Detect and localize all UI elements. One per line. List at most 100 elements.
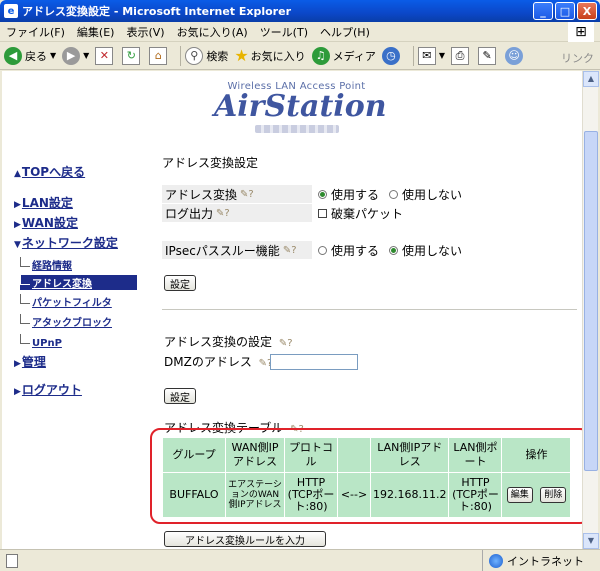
ie-icon: e xyxy=(4,4,18,18)
menu-edit[interactable]: 編集(E) xyxy=(77,24,115,40)
page-icon xyxy=(6,554,18,568)
mail-icon: ✉ xyxy=(417,46,436,65)
logo-brand: AirStation xyxy=(214,89,387,124)
nat-apply-button[interactable]: 設定 xyxy=(164,275,196,291)
triangle-right-icon: ▶ xyxy=(14,359,21,369)
dmz-apply-button[interactable]: 設定 xyxy=(164,388,196,404)
status-bar: イントラネット xyxy=(0,549,600,571)
discard-packet-checkbox[interactable] xyxy=(318,208,327,218)
mail-button[interactable]: ✉ ▼ xyxy=(417,46,446,65)
address-translation-label: アドレス変換 ✎? xyxy=(162,185,312,203)
sidebar-item-logout[interactable]: ▶ログアウト xyxy=(14,381,82,398)
triangle-up-icon: ▲ xyxy=(14,169,21,179)
sidebar-item-network[interactable]: ▼ネットワーク設定 xyxy=(14,234,118,251)
sidebar-subitem-nat[interactable]: アドレス変換 xyxy=(20,275,137,290)
log-output-label: ログ出力 ✎? xyxy=(162,204,312,222)
help-icon[interactable]: ✎? xyxy=(240,189,254,200)
highlight-outline xyxy=(150,428,590,524)
search-icon: ⚲ xyxy=(185,46,204,65)
ipsec-row: IPsecパススルー機能 ✎? 使用する 使用しない xyxy=(162,241,462,259)
search-button[interactable]: ⚲ 検索 xyxy=(185,46,229,65)
history-button[interactable]: ◷ xyxy=(381,46,403,65)
printer-icon: ⎙ xyxy=(451,46,470,65)
ipsec-label: IPsecパススルー機能 ✎? xyxy=(162,241,312,259)
forward-button[interactable]: ▶ ▼ xyxy=(62,46,90,65)
ipsec-off-label: 使用しない xyxy=(402,243,463,258)
edit-button[interactable]: ✎ xyxy=(478,46,499,65)
menu-view[interactable]: 表示(V) xyxy=(126,24,164,40)
scroll-up-icon[interactable]: ▲ xyxy=(583,71,599,87)
intranet-globe-icon xyxy=(489,554,503,568)
menu-file[interactable]: ファイル(F) xyxy=(6,24,65,40)
search-label: 検索 xyxy=(206,49,229,63)
address-translation-off-label: 使用しない xyxy=(402,187,463,202)
media-label: メディア xyxy=(332,49,376,63)
dmz-address-input[interactable] xyxy=(270,354,358,370)
messenger-button[interactable]: ☺ xyxy=(505,46,526,65)
chevron-down-icon: ▼ xyxy=(50,51,57,60)
ipsec-on-radio[interactable] xyxy=(318,245,327,255)
ipsec-off-radio[interactable] xyxy=(389,245,399,255)
sidebar-item-admin[interactable]: ▶管理 xyxy=(14,353,46,370)
airstation-logo: Wireless LAN Access Point AirStation xyxy=(214,81,387,133)
discard-packet-label: 破棄パケット xyxy=(331,206,404,221)
menu-favorites[interactable]: お気に入り(A) xyxy=(177,24,248,40)
back-arrow-icon: ◀ xyxy=(4,46,22,65)
sidebar-item-top[interactable]: ▲TOPへ戻る xyxy=(14,163,85,180)
address-translation-row: アドレス変換 ✎? 使用する 使用しない xyxy=(162,185,462,203)
security-zone: イントラネット xyxy=(482,550,584,571)
star-icon: ★ xyxy=(234,46,249,65)
sidebar-item-wan[interactable]: ▶WAN設定 xyxy=(14,214,78,231)
scroll-thumb[interactable] xyxy=(584,131,598,471)
address-translation-on-radio[interactable] xyxy=(318,189,327,199)
triangle-right-icon: ▶ xyxy=(14,220,21,230)
window-title: アドレス変換設定 - Microsoft Internet Explorer xyxy=(22,5,291,18)
edit-icon: ✎ xyxy=(478,46,497,65)
triangle-right-icon: ▶ xyxy=(14,200,21,210)
close-button[interactable]: X xyxy=(577,2,597,20)
sidebar-subitem-packet-filter[interactable]: パケットフィルタ xyxy=(20,294,112,309)
toolbar: ◀ 戻る ▼ ▶ ▼ ✕ ↻ ⌂ ⚲ 検索 ★ お気に入り ♫ メディア ◷ ✉… xyxy=(0,42,600,70)
chevron-down-icon: ▼ xyxy=(83,51,90,60)
dmz-heading: アドレス変換の設定 ✎? xyxy=(164,335,293,349)
chevron-down-icon: ▼ xyxy=(438,51,446,60)
help-icon[interactable]: ✎? xyxy=(216,208,230,219)
stop-button[interactable]: ✕ xyxy=(95,46,116,65)
menu-tools[interactable]: ツール(T) xyxy=(260,24,308,40)
add-nat-rule-button[interactable]: アドレス変換ルールを入力 xyxy=(164,531,326,547)
scroll-down-icon[interactable]: ▼ xyxy=(583,533,599,549)
log-output-row: ログ出力 ✎? 破棄パケット xyxy=(162,204,403,222)
divider xyxy=(162,309,577,310)
media-button[interactable]: ♫ メディア xyxy=(311,46,376,65)
sidebar-subitem-routing[interactable]: 経路情報 xyxy=(20,257,72,272)
favorites-button[interactable]: ★ お気に入り xyxy=(234,46,305,65)
help-icon[interactable]: ✎? xyxy=(279,338,293,349)
nat-settings-heading: アドレス変換設定 xyxy=(162,156,259,170)
ipsec-on-label: 使用する xyxy=(331,243,380,258)
address-translation-off-radio[interactable] xyxy=(389,189,399,199)
sidebar-item-lan[interactable]: ▶LAN設定 xyxy=(14,194,73,211)
home-button[interactable]: ⌂ xyxy=(149,46,170,65)
back-button[interactable]: ◀ 戻る ▼ xyxy=(4,46,57,65)
windows-logo-icon: ⊞ xyxy=(568,22,594,42)
menu-help[interactable]: ヘルプ(H) xyxy=(320,24,370,40)
minimize-button[interactable]: _ xyxy=(533,2,553,20)
back-label: 戻る xyxy=(25,49,47,63)
sidebar-subitem-upnp[interactable]: UPnP xyxy=(20,334,62,349)
menu-bar: ファイル(F) 編集(E) 表示(V) お気に入り(A) ツール(T) ヘルプ(… xyxy=(0,22,600,42)
refresh-icon: ↻ xyxy=(122,46,141,65)
media-icon: ♫ xyxy=(311,46,330,65)
home-icon: ⌂ xyxy=(149,46,168,65)
history-icon: ◷ xyxy=(381,46,400,65)
links-label[interactable]: リンク xyxy=(561,50,594,66)
zone-label: イントラネット xyxy=(507,555,584,568)
help-icon[interactable]: ✎? xyxy=(283,245,297,256)
stop-icon: ✕ xyxy=(95,46,114,65)
triangle-down-icon: ▼ xyxy=(14,240,21,250)
dmz-label: DMZのアドレス ✎? xyxy=(164,355,273,369)
print-button[interactable]: ⎙ xyxy=(451,46,472,65)
maximize-button[interactable]: □ xyxy=(555,2,575,20)
sidebar-subitem-attack-block[interactable]: アタックブロック xyxy=(20,314,112,329)
refresh-button[interactable]: ↻ xyxy=(122,46,143,65)
vertical-scrollbar[interactable]: ▲ ▼ xyxy=(582,71,599,549)
